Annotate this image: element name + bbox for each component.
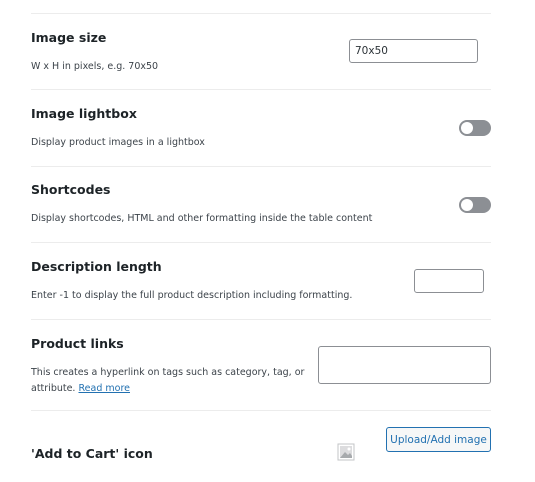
- image-lightbox-description: Display product images in a lightbox: [31, 137, 205, 148]
- description-length-input[interactable]: [414, 269, 484, 293]
- product-links-description-line1: This creates a hyperlink on tags such as…: [31, 367, 305, 378]
- divider: [31, 13, 491, 14]
- toggle-knob: [461, 122, 473, 134]
- product-links-description: This creates a hyperlink on tags such as…: [31, 365, 304, 397]
- shortcodes-toggle[interactable]: [459, 197, 491, 213]
- description-length-label: Description length: [31, 259, 162, 274]
- read-more-link[interactable]: Read more: [79, 383, 131, 394]
- image-size-description: W x H in pixels, e.g. 70x50: [31, 61, 159, 72]
- image-placeholder-icon: [337, 443, 355, 461]
- image-size-input[interactable]: [349, 39, 478, 63]
- image-size-label: Image size: [31, 30, 107, 45]
- divider: [31, 242, 491, 243]
- add-to-cart-icon-label: 'Add to Cart' icon: [31, 446, 153, 461]
- description-length-description: Enter -1 to display the full product des…: [31, 290, 353, 301]
- settings-panel: Image size W x H in pixels, e.g. 70x50 I…: [0, 0, 535, 482]
- product-links-label: Product links: [31, 336, 124, 351]
- product-links-description-line2-text: attribute.: [31, 383, 76, 394]
- shortcodes-label: Shortcodes: [31, 182, 111, 197]
- image-lightbox-label: Image lightbox: [31, 106, 137, 121]
- image-lightbox-toggle[interactable]: [459, 120, 491, 136]
- product-links-description-line2: attribute. Read more: [31, 381, 304, 397]
- upload-add-image-button[interactable]: Upload/Add image: [386, 427, 491, 452]
- shortcodes-description: Display shortcodes, HTML and other forma…: [31, 213, 373, 224]
- divider: [31, 410, 491, 411]
- divider: [31, 166, 491, 167]
- divider: [31, 89, 491, 90]
- product-links-textarea[interactable]: [318, 346, 491, 384]
- divider: [31, 319, 491, 320]
- toggle-knob: [461, 199, 473, 211]
